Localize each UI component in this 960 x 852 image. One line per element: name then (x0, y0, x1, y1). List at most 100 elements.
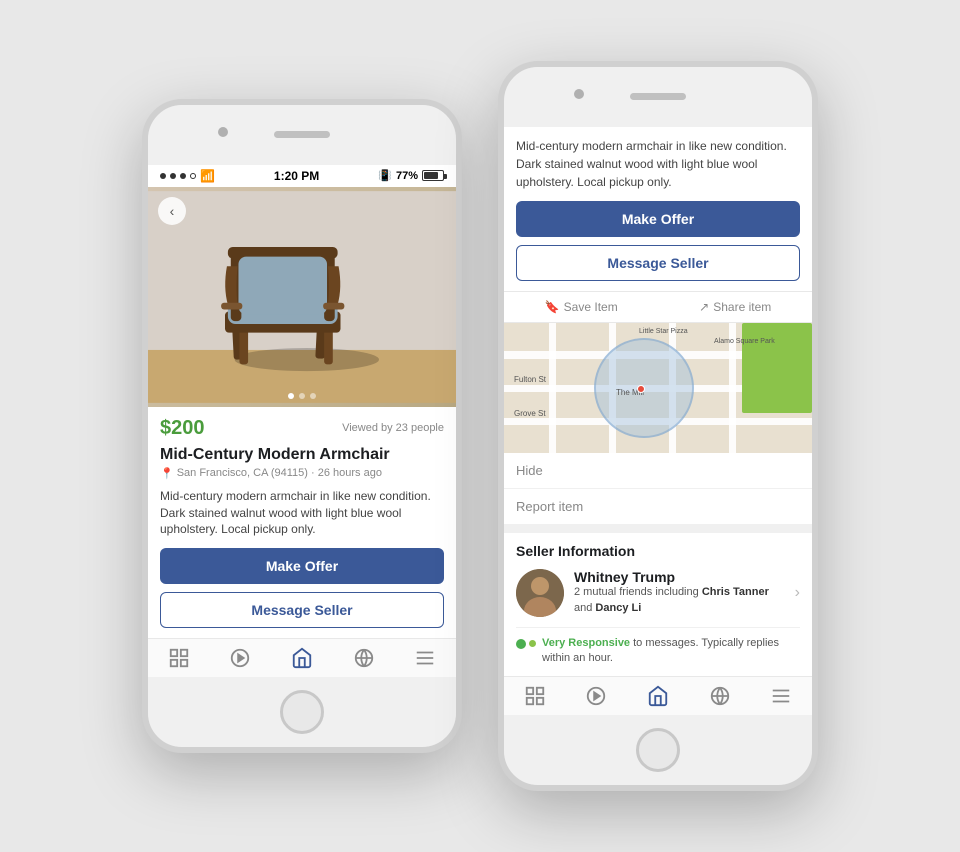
listing-location: San Francisco, CA (94115) · 26 hours ago (177, 467, 382, 479)
phone-2: Mid-century modern armchair in like new … (498, 61, 818, 792)
battery-icon-1 (422, 170, 444, 181)
nav-menu[interactable] (414, 647, 436, 669)
home-button-1[interactable] (280, 690, 324, 734)
bottom-nav-1 (148, 638, 456, 677)
phone-top-2 (504, 67, 812, 127)
seller-row: Whitney Trump 2 mutual friends including… (516, 569, 800, 617)
seller-name: Whitney Trump (574, 569, 785, 585)
seller-section-title: Seller Information (516, 543, 800, 559)
share-icon: ↗ (699, 300, 709, 314)
phone-bottom-1 (148, 677, 456, 747)
save-item-button[interactable]: 🔖 Save Item (545, 300, 618, 314)
very-responsive-label: Very Responsive (542, 637, 630, 649)
responsive-text: Very Responsive to messages. Typically r… (542, 636, 800, 667)
home-button-2[interactable] (636, 728, 680, 772)
screen-2: Mid-century modern armchair in like new … (504, 127, 812, 716)
seller-info: Whitney Trump 2 mutual friends including… (574, 569, 785, 616)
signal-dot-4 (190, 173, 196, 179)
price-label: $200 (160, 417, 205, 440)
speaker-1 (274, 131, 330, 138)
mutual-count: 2 mutual friends including (574, 586, 699, 598)
nav-video[interactable] (229, 647, 251, 669)
listing-meta: 📍 San Francisco, CA (94115) · 26 hours a… (160, 467, 444, 480)
section-divider (504, 525, 812, 533)
nav-marketplace-2[interactable] (647, 685, 669, 707)
detail-description: Mid-century modern armchair in like new … (516, 137, 800, 191)
price-row: $200 Viewed by 23 people (160, 417, 444, 440)
status-time-1: 1:20 PM (274, 169, 319, 183)
message-seller-button-2[interactable]: Message Seller (516, 245, 800, 281)
nav-globe[interactable] (353, 647, 375, 669)
phone-top-1 (148, 105, 456, 165)
responsive-badge: Very Responsive to messages. Typically r… (516, 627, 800, 667)
avatar-image (516, 569, 564, 617)
seller-chevron-icon[interactable]: › (795, 584, 800, 602)
bottom-nav-2 (504, 676, 812, 715)
location-dot (637, 385, 645, 393)
dot-3 (310, 393, 316, 399)
product-image: ‹ (148, 187, 456, 407)
bookmark-icon: 🔖 (545, 300, 560, 314)
share-item-button[interactable]: ↗ Share item (699, 300, 771, 314)
green-dot-icon (516, 639, 526, 649)
listing-description: Mid-century modern armchair in like new … (160, 488, 444, 538)
report-label: Report item (516, 499, 583, 514)
make-offer-button-1[interactable]: Make Offer (160, 548, 444, 584)
alamo-label: Alamo Square Park (714, 338, 775, 345)
dot-2 (299, 393, 305, 399)
make-offer-button-2[interactable]: Make Offer (516, 201, 800, 237)
chair-illustration (148, 187, 456, 407)
front-camera-1 (218, 127, 228, 137)
star-label: Little Star Pizza (639, 328, 688, 335)
screen-1: 📶 1:20 PM 📳 77% (148, 165, 456, 677)
message-seller-button-1[interactable]: Message Seller (160, 592, 444, 628)
status-right-1: 📳 77% (378, 169, 444, 182)
grove-label: Grove St (514, 409, 546, 418)
nav-news-feed-2[interactable] (524, 685, 546, 707)
nav-news-feed[interactable] (168, 647, 190, 669)
map-area[interactable]: Fulton St Grove St The Mill Alamo Square… (504, 323, 812, 453)
park-area (742, 323, 812, 413)
seller-avatar[interactable] (516, 569, 564, 617)
nav-video-2[interactable] (585, 685, 607, 707)
detail-body: Mid-century modern armchair in like new … (504, 127, 812, 291)
bluetooth-icon: 📳 (378, 169, 392, 182)
nav-globe-2[interactable] (709, 685, 731, 707)
friend1-name: Chris Tanner (702, 586, 769, 598)
hide-label: Hide (516, 463, 543, 478)
road-v1 (549, 323, 556, 453)
dot-1 (288, 393, 294, 399)
battery-pct-1: 77% (396, 170, 418, 182)
action-row: 🔖 Save Item ↗ Share item (504, 291, 812, 323)
speaker-2 (630, 93, 686, 100)
back-button[interactable]: ‹ (158, 197, 186, 225)
status-left-1: 📶 (160, 169, 215, 183)
signal-dot-3 (180, 173, 186, 179)
location-icon: 📍 (160, 467, 174, 480)
nav-marketplace[interactable] (291, 647, 313, 669)
wifi-icon: 📶 (200, 169, 215, 183)
hide-row[interactable]: Hide (504, 453, 812, 489)
signal-dot-2 (170, 173, 176, 179)
mutual-friends-text: 2 mutual friends including Chris Tanner … (574, 585, 785, 616)
front-camera-2 (574, 89, 584, 99)
share-label: Share item (713, 300, 771, 314)
save-label: Save Item (564, 300, 618, 314)
phone-1: 📶 1:20 PM 📳 77% (142, 99, 462, 753)
viewed-count: Viewed by 23 people (342, 422, 444, 434)
nav-menu-2[interactable] (770, 685, 792, 707)
signal-dot-1 (160, 173, 166, 179)
image-dots (148, 393, 456, 399)
listing-body: $200 Viewed by 23 people Mid-Century Mod… (148, 407, 456, 638)
phone-bottom-2 (504, 715, 812, 785)
and-text: and (574, 602, 592, 614)
battery-fill-1 (424, 172, 438, 179)
fulton-label: Fulton St (514, 375, 546, 384)
status-bar-1: 📶 1:20 PM 📳 77% (148, 165, 456, 187)
listing-title: Mid-Century Modern Armchair (160, 446, 444, 464)
friend2-name: Dancy Li (595, 602, 641, 614)
report-row[interactable]: Report item (504, 489, 812, 525)
seller-section: Seller Information Whitney Trump (504, 533, 812, 677)
green-dot-icon-2 (529, 640, 536, 647)
scene: 📶 1:20 PM 📳 77% (102, 21, 858, 832)
